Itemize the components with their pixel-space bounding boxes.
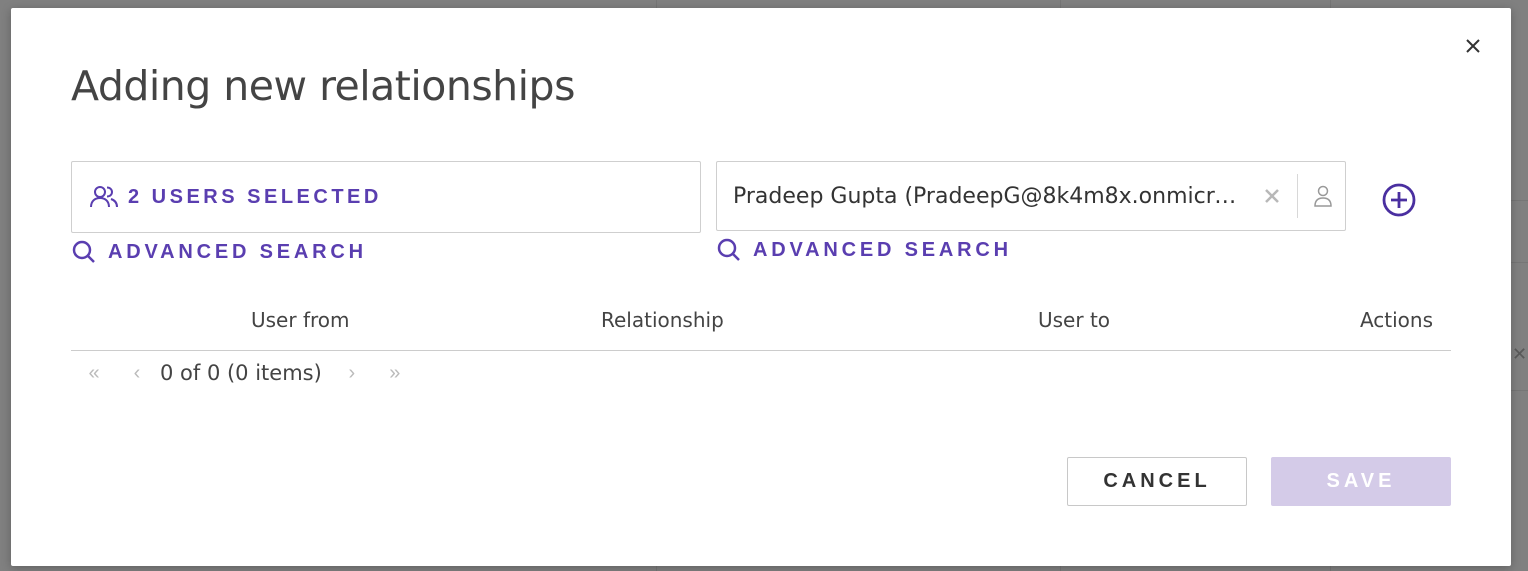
users-selected-label: 2 USERS SELECTED xyxy=(128,185,382,208)
clear-icon xyxy=(1265,189,1279,203)
user-to-input[interactable]: Pradeep Gupta (PradeepG@8k4m8x.onmicroso… xyxy=(733,184,1237,209)
person-icon xyxy=(1314,185,1332,207)
column-header-user-from[interactable]: User from xyxy=(251,308,350,332)
close-icon xyxy=(1466,39,1480,53)
pagination: « ‹ 0 of 0 (0 items) › » xyxy=(71,358,418,388)
first-page-button[interactable]: « xyxy=(71,362,117,385)
search-icon xyxy=(72,240,96,264)
users-icon xyxy=(90,185,118,209)
dialog-title: Adding new relationships xyxy=(71,62,575,110)
background-divider xyxy=(1511,262,1528,263)
save-button[interactable]: SAVE xyxy=(1271,457,1451,506)
pagination-info: 0 of 0 (0 items) xyxy=(160,361,322,385)
column-header-actions: Actions xyxy=(1359,308,1433,332)
column-header-relationship[interactable]: Relationship xyxy=(601,308,724,332)
advanced-search-to-link[interactable]: ADVANCED SEARCH xyxy=(717,238,1012,262)
search-icon xyxy=(717,238,741,262)
background-divider xyxy=(1511,390,1528,391)
advanced-search-label: ADVANCED SEARCH xyxy=(108,240,367,263)
users-selected-button[interactable]: 2 USERS SELECTED xyxy=(71,161,701,233)
user-to-field: Pradeep Gupta (PradeepG@8k4m8x.onmicroso… xyxy=(716,161,1346,231)
add-relationship-button[interactable] xyxy=(1381,182,1417,218)
advanced-search-label: ADVANCED SEARCH xyxy=(753,238,1012,261)
last-page-button[interactable]: » xyxy=(372,362,418,385)
close-button[interactable] xyxy=(1460,33,1486,59)
relationships-table-header: User from Relationship User to Actions xyxy=(71,298,1451,351)
clear-button[interactable] xyxy=(1261,185,1283,207)
advanced-search-from-link[interactable]: ADVANCED SEARCH xyxy=(72,240,367,264)
previous-page-button[interactable]: ‹ xyxy=(117,362,157,385)
cancel-button[interactable]: CANCEL xyxy=(1067,457,1247,506)
next-page-button[interactable]: › xyxy=(332,362,372,385)
background-close-icon: ✕ xyxy=(1512,344,1528,364)
column-header-user-to[interactable]: User to xyxy=(1038,308,1110,332)
background-divider xyxy=(1511,200,1528,201)
relationship-dialog: Adding new relationships 2 USERS SELECTE… xyxy=(11,8,1511,566)
person-picker-button[interactable] xyxy=(1312,184,1334,208)
plus-circle-icon xyxy=(1382,183,1416,217)
field-divider xyxy=(1297,174,1298,218)
